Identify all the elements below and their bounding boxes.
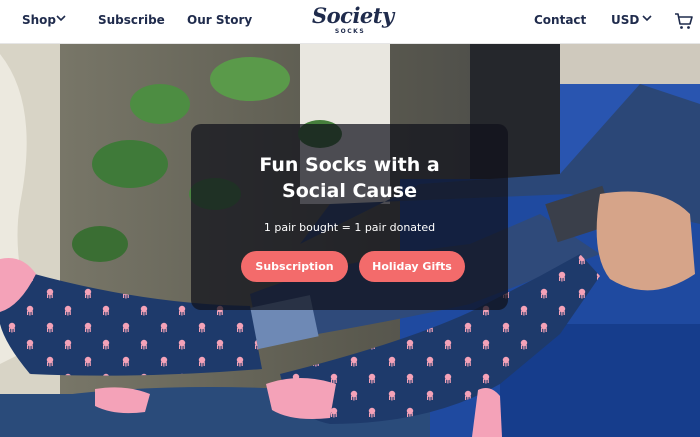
hero-tagline: 1 pair bought = 1 pair donated <box>263 221 436 234</box>
logo-subtitle: SOCKS <box>334 28 366 35</box>
nav-our-story[interactable]: Our Story <box>187 13 252 27</box>
hero-headline-line1: Fun Socks with a <box>259 154 440 176</box>
chevron-down-icon[interactable] <box>642 14 652 22</box>
chevron-down-icon[interactable] <box>56 14 66 22</box>
logo-wordmark: Society <box>312 3 394 28</box>
currency-selector[interactable]: USD <box>611 13 639 27</box>
hero-headline: Fun Socks with a Social Cause <box>191 152 508 204</box>
subscription-button[interactable]: Subscription <box>241 251 348 282</box>
top-nav: Shop Subscribe Our Story Society SOCKS C… <box>0 0 700 44</box>
nav-contact[interactable]: Contact <box>534 13 586 27</box>
society-socks-logo[interactable]: Society SOCKS <box>312 3 394 40</box>
nav-subscribe[interactable]: Subscribe <box>98 13 165 27</box>
holiday-gifts-button[interactable]: Holiday Gifts <box>359 251 465 282</box>
hero-overlay-card: Fun Socks with a Social Cause 1 pair bou… <box>191 124 508 310</box>
cart-icon[interactable] <box>674 11 694 31</box>
nav-shop[interactable]: Shop <box>22 13 56 27</box>
hero-banner: Fun Socks with a Social Cause 1 pair bou… <box>0 44 700 437</box>
hero-headline-line2: Social Cause <box>282 180 417 202</box>
